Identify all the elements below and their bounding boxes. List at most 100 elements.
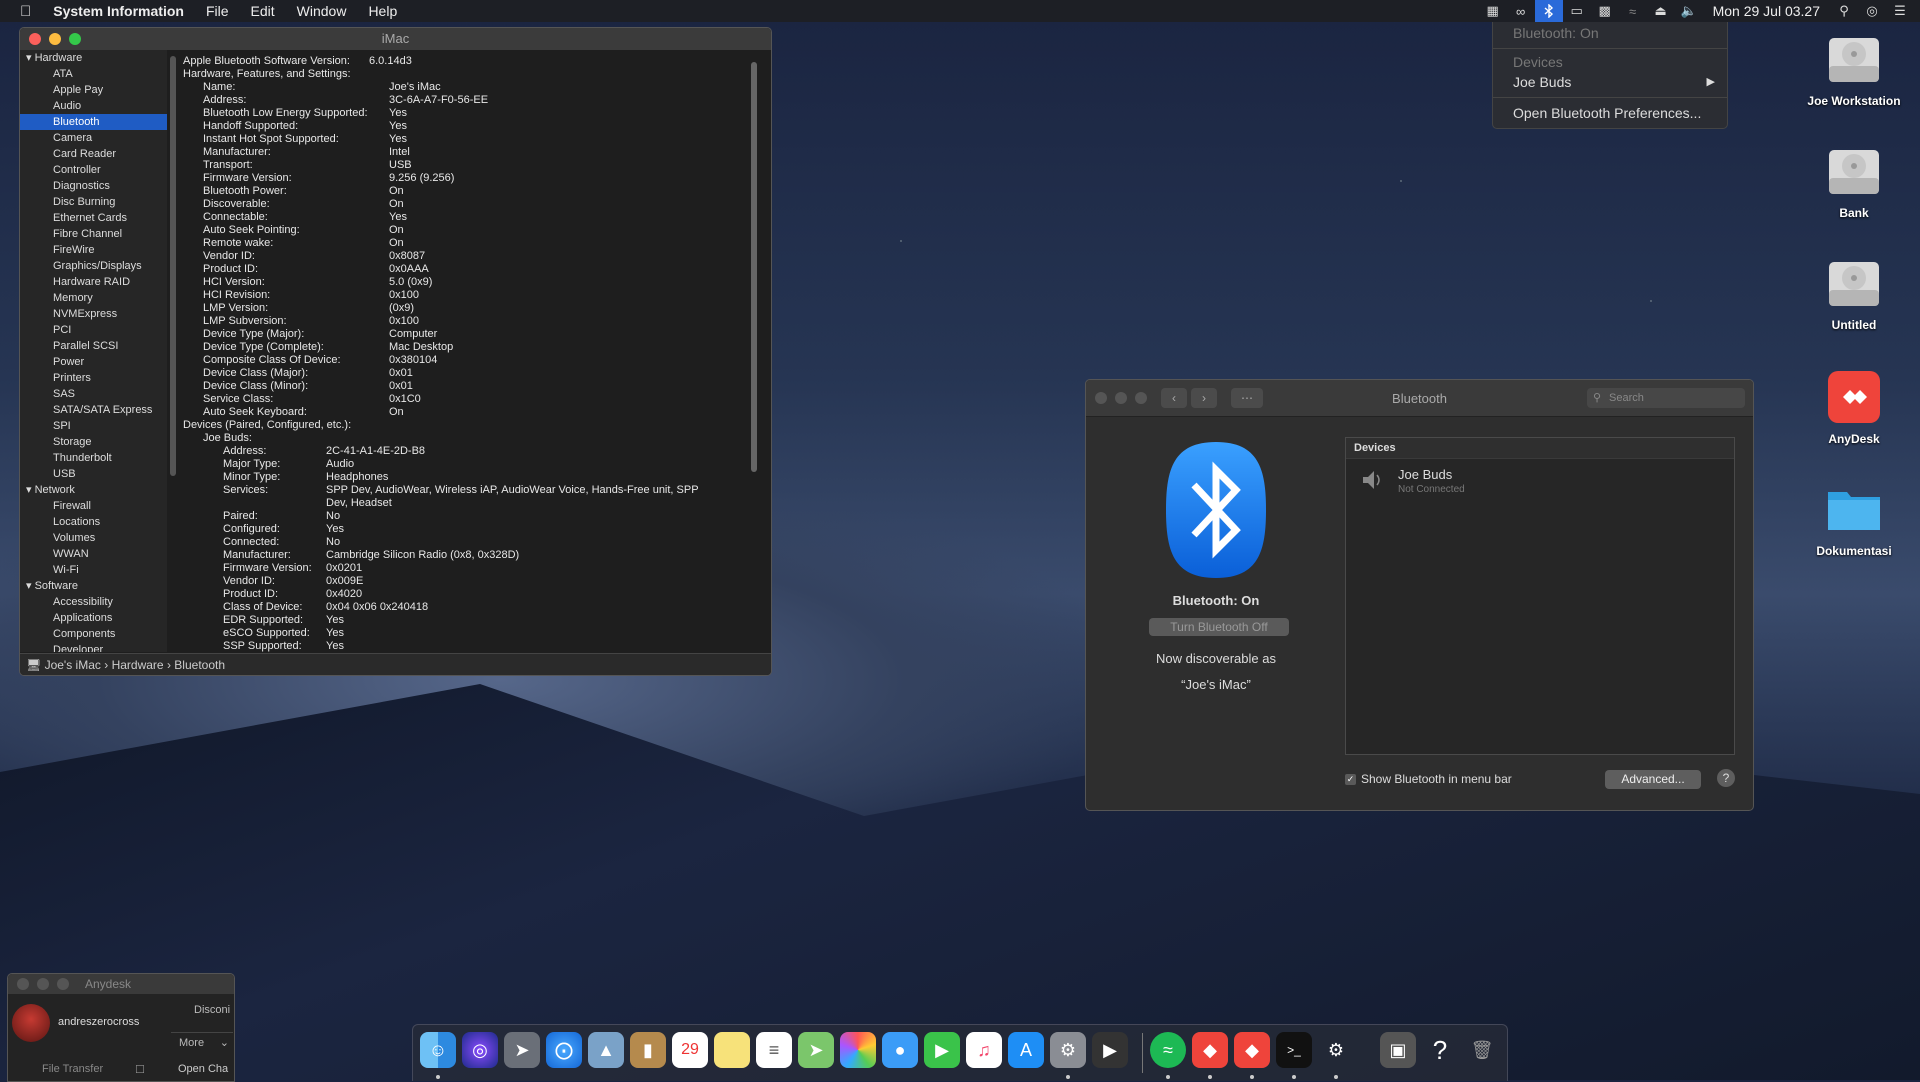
sidebar-item[interactable]: Components — [20, 626, 167, 642]
sidebar-item[interactable]: Diagnostics — [20, 178, 167, 194]
menu-clock[interactable]: Mon 29 Jul 03.27 — [1703, 3, 1830, 19]
sidebar-item[interactable]: Locations — [20, 514, 167, 530]
sidebar-scrollbar[interactable] — [170, 56, 176, 476]
downloads-folder-icon[interactable]: ▣ — [1380, 1032, 1416, 1068]
messages-icon[interactable]: ● — [882, 1032, 918, 1068]
notification-center-icon[interactable]: ☰ — [1886, 0, 1914, 22]
list-item[interactable]: Joe Buds Not Connected — [1346, 459, 1734, 499]
sidebar-item[interactable]: SAS — [20, 386, 167, 402]
bluetooth-menu-icon[interactable] — [1534, 0, 1563, 22]
calendar-icon[interactable]: 29 — [672, 1032, 708, 1068]
finder-icon[interactable]: ☺ — [420, 1032, 456, 1068]
help-icon[interactable]: ? — [1422, 1032, 1458, 1068]
launchpad-icon[interactable]: ➤ — [504, 1032, 540, 1068]
close-button[interactable] — [17, 978, 29, 990]
sidebar-item[interactable]: Storage — [20, 434, 167, 450]
sidebar-item[interactable]: Printers — [20, 370, 167, 386]
chat-icon[interactable]: □ — [136, 1061, 144, 1076]
final-cut-icon[interactable]: ▶ — [1092, 1032, 1128, 1068]
desktop-icon-bank[interactable]: Bank — [1799, 142, 1909, 220]
menu-edit[interactable]: Edit — [240, 3, 286, 19]
spotlight-icon[interactable]: ⚲ — [1830, 0, 1858, 22]
content-scrollbar[interactable] — [751, 62, 757, 472]
trash-icon[interactable]: 🗑 — [1464, 1032, 1500, 1068]
sidebar-item[interactable]: Camera — [20, 130, 167, 146]
sidebar-item[interactable]: Thunderbolt — [20, 450, 167, 466]
sidebar-item[interactable]: Disc Burning — [20, 194, 167, 210]
system-information-icon[interactable]: ⚙ — [1318, 1032, 1354, 1068]
minimize-button[interactable] — [37, 978, 49, 990]
show-in-menubar-checkbox[interactable]: ✓ Show Bluetooth in menu bar — [1345, 772, 1512, 786]
sidebar-item[interactable]: Memory — [20, 290, 167, 306]
sidebar-item[interactable]: USB — [20, 466, 167, 482]
path-computer[interactable]: Joe's iMac — [45, 658, 101, 672]
window-titlebar[interactable]: iMac — [20, 28, 771, 50]
sidebar-item[interactable]: Developer — [20, 642, 167, 652]
sidebar-item[interactable]: Bluetooth — [20, 114, 167, 130]
sidebar-item[interactable]: SATA/SATA Express — [20, 402, 167, 418]
sidebar-item[interactable]: Audio — [20, 98, 167, 114]
anydesk-icon[interactable]: ◆ — [1234, 1032, 1270, 1068]
zoom-button[interactable] — [57, 978, 69, 990]
desktop-icon-anydesk[interactable]: AnyDesk — [1799, 368, 1909, 446]
sidebar-item[interactable]: Volumes — [20, 530, 167, 546]
path-hardware[interactable]: Hardware — [112, 658, 164, 672]
creative-cloud-icon[interactable]: ∞ — [1507, 0, 1535, 22]
safari-icon[interactable]: ⨀ — [546, 1032, 582, 1068]
spotify-icon[interactable]: ≈ — [1150, 1032, 1186, 1068]
preview-icon[interactable]: ▲ — [588, 1032, 624, 1068]
sidebar-item[interactable]: SPI — [20, 418, 167, 434]
reminders-icon[interactable]: ≡ — [756, 1032, 792, 1068]
path-bluetooth[interactable]: Bluetooth — [174, 658, 225, 672]
facetime-icon[interactable]: ▶ — [924, 1032, 960, 1068]
file-transfer-button[interactable]: File Transfer — [42, 1063, 103, 1075]
advanced-button[interactable]: Advanced... — [1605, 770, 1701, 789]
sidebar-item[interactable]: Fibre Channel — [20, 226, 167, 242]
sidebar-group[interactable]: ▾ Software — [20, 578, 167, 594]
sidebar-item[interactable]: ATA — [20, 66, 167, 82]
notes-book-icon[interactable]: ▮ — [630, 1032, 666, 1068]
eject-icon[interactable]: ⏏ — [1647, 0, 1675, 22]
notes-icon[interactable] — [714, 1032, 750, 1068]
turn-bluetooth-off-button[interactable]: Turn Bluetooth Off — [1149, 618, 1289, 636]
menu-file[interactable]: File — [195, 3, 240, 19]
activity-monitor-icon[interactable]: ▦ — [1479, 0, 1507, 22]
sidebar-item[interactable]: WWAN — [20, 546, 167, 562]
bt-menu-open-prefs[interactable]: Open Bluetooth Preferences... — [1493, 102, 1727, 124]
sidebar-item[interactable]: Apple Pay — [20, 82, 167, 98]
more-dropdown[interactable]: More ⌄ — [171, 1032, 233, 1052]
desktop-icon-untitled[interactable]: Untitled — [1799, 254, 1909, 332]
bt-menu-device-joe-buds[interactable]: Joe Buds ▶ — [1493, 71, 1727, 93]
disclosure-triangle-icon[interactable]: ▾ — [26, 484, 35, 496]
sidebar-item[interactable]: Applications — [20, 610, 167, 626]
sidebar-item[interactable]: Power — [20, 354, 167, 370]
sidebar-item[interactable]: Accessibility — [20, 594, 167, 610]
menu-window[interactable]: Window — [286, 3, 358, 19]
sidebar-item[interactable]: Hardware RAID — [20, 274, 167, 290]
open-chat-button[interactable]: Open Cha — [178, 1063, 228, 1075]
sidebar-group[interactable]: ▾ Hardware — [20, 50, 167, 66]
itunes-icon[interactable]: ♫ — [966, 1032, 1002, 1068]
help-button[interactable]: ? — [1717, 769, 1735, 787]
photos-icon[interactable] — [840, 1032, 876, 1068]
sidebar-item[interactable]: Wi-Fi — [20, 562, 167, 578]
sidebar-item[interactable]: Controller — [20, 162, 167, 178]
search-input[interactable]: ⚲ Search — [1587, 388, 1745, 408]
apple-icon[interactable]:  — [0, 3, 42, 20]
battery-icon[interactable]: ▩ — [1591, 0, 1619, 22]
terminal-icon[interactable]: >_ — [1276, 1032, 1312, 1068]
system-preferences-icon[interactable]: ⚙ — [1050, 1032, 1086, 1068]
desktop-icon-dokumentasi[interactable]: Dokumentasi — [1799, 480, 1909, 558]
airplay-icon[interactable]: ▭ — [1563, 0, 1591, 22]
menu-help[interactable]: Help — [357, 3, 408, 19]
devices-list[interactable]: Devices Joe Buds Not Connected — [1345, 437, 1735, 755]
sidebar-item[interactable]: PCI — [20, 322, 167, 338]
sidebar-item[interactable]: Ethernet Cards — [20, 210, 167, 226]
sidebar-item[interactable]: Card Reader — [20, 146, 167, 162]
sidebar-item[interactable]: FireWire — [20, 242, 167, 258]
disclosure-triangle-icon[interactable]: ▾ — [26, 52, 35, 64]
app-store-icon[interactable]: A — [1008, 1032, 1044, 1068]
disclosure-triangle-icon[interactable]: ▾ — [26, 580, 35, 592]
maps-icon[interactable]: ➤ — [798, 1032, 834, 1068]
anydesk-icon[interactable]: ◆ — [1192, 1032, 1228, 1068]
